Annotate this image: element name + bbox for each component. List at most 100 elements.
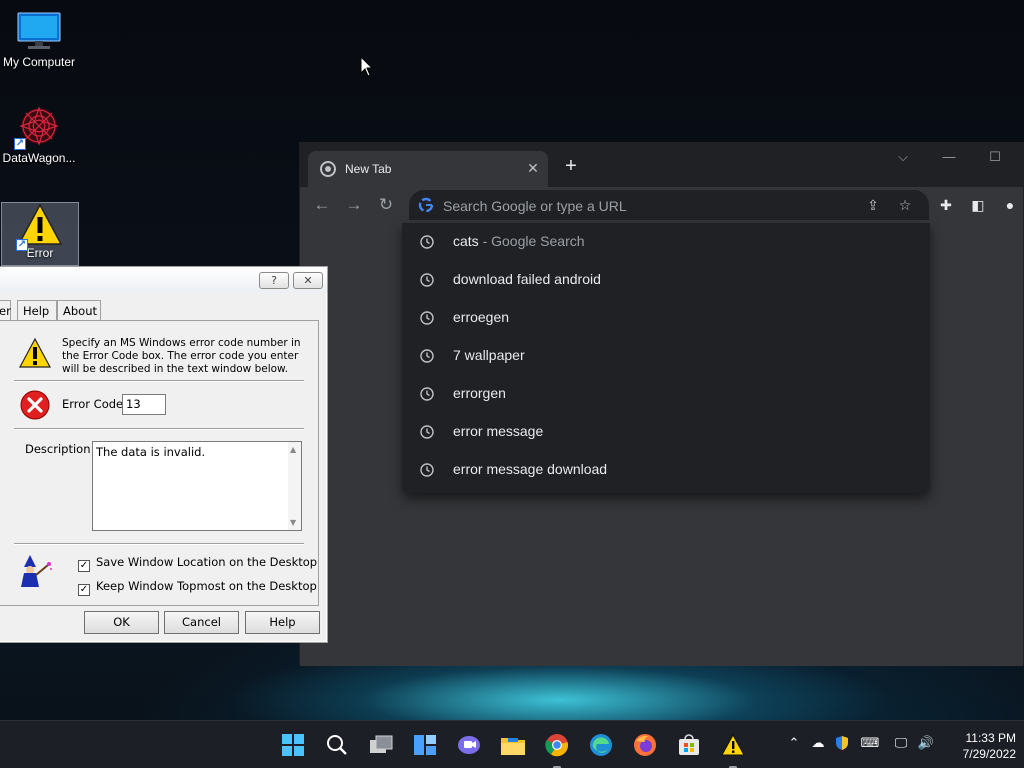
keep-topmost-label: Keep Window Topmost on the Desktop xyxy=(96,579,317,593)
suggestion-text: errorgen xyxy=(453,385,506,401)
save-location-checkbox[interactable]: ✓ Save Window Location on the Desktop xyxy=(78,555,317,572)
reload-icon[interactable]: ↻ xyxy=(372,191,400,219)
history-clock-icon xyxy=(420,463,434,477)
divider xyxy=(14,428,304,430)
widgets-icon[interactable] xyxy=(409,729,441,761)
ok-button[interactable]: OK xyxy=(84,611,159,634)
store-icon[interactable] xyxy=(673,729,705,761)
omnibox-placeholder: Search Google or type a URL xyxy=(443,198,627,214)
desktop: My Computer ↗ DataWagon... ↗ Error New T… xyxy=(0,0,1024,720)
share-icon[interactable]: ⇪ xyxy=(863,195,883,215)
tab-new-tab[interactable]: New Tab ✕ xyxy=(308,151,548,187)
desktop-icon-error[interactable]: ↗ Error xyxy=(1,202,79,266)
task-view-icon[interactable] xyxy=(365,729,397,761)
volume-icon[interactable]: 🔊 xyxy=(916,735,936,751)
tab-title: New Tab xyxy=(345,162,392,176)
suggestion-text: error message download xyxy=(453,461,608,477)
file-explorer-icon[interactable] xyxy=(497,729,529,761)
extensions-puzzle-icon[interactable]: ✚ xyxy=(936,195,956,215)
history-clock-icon xyxy=(420,311,434,325)
shortcut-arrow-icon: ↗ xyxy=(14,138,26,150)
bookmark-star-icon[interactable]: ☆ xyxy=(895,195,915,215)
description-scrollbar[interactable]: ▲ ▼ xyxy=(288,442,301,530)
keep-topmost-checkbox[interactable]: ✓ Keep Window Topmost on the Desktop xyxy=(78,579,317,596)
checkbox-checked-icon[interactable]: ✓ xyxy=(78,584,90,596)
checkbox-checked-icon[interactable]: ✓ xyxy=(78,560,90,572)
dialog-close-button[interactable]: ✕ xyxy=(293,272,323,289)
profile-icon[interactable]: ● xyxy=(1000,195,1020,215)
suggestion-text: 7 wallpaper xyxy=(453,347,525,363)
omnibox-suggestions: cats - Google Search download failed and… xyxy=(402,223,930,493)
side-panel-icon[interactable]: ◧ xyxy=(968,195,988,215)
show-hidden-icons-chevron-icon[interactable]: ⌃ xyxy=(784,735,804,751)
dialog-help-button[interactable]: ? xyxy=(259,272,289,289)
firefox-icon[interactable] xyxy=(629,729,661,761)
history-clock-icon xyxy=(420,387,434,401)
error-x-icon xyxy=(20,390,50,420)
chrome-icon xyxy=(320,161,336,177)
suggestion-item[interactable]: 7 wallpaper xyxy=(402,337,930,375)
tab-close-icon[interactable]: ✕ xyxy=(524,159,542,177)
system-clock[interactable]: 11:33 PM 7/29/2022 xyxy=(946,730,1016,762)
teams-chat-icon[interactable] xyxy=(453,729,485,761)
dialog-intro-text: Specify an MS Windows error code number … xyxy=(62,337,301,375)
shortcut-arrow-icon: ↗ xyxy=(16,239,28,251)
desktop-icon-label: Error xyxy=(26,246,54,260)
search-icon[interactable] xyxy=(321,729,353,761)
error-app-warning-icon[interactable] xyxy=(717,729,749,768)
suggestion-text: download failed android xyxy=(453,271,601,287)
new-tab-button[interactable]: + xyxy=(560,156,582,178)
back-arrow-icon[interactable]: ← xyxy=(308,191,336,219)
clock-time: 11:33 PM xyxy=(965,731,1016,745)
tab-partial[interactable]: er xyxy=(0,300,11,320)
tab-about[interactable]: About xyxy=(57,300,101,320)
error-code-label: Error Code xyxy=(62,397,124,411)
suggestion-item[interactable]: cats - Google Search xyxy=(402,223,930,261)
history-clock-icon xyxy=(420,235,434,249)
clock-date: 7/29/2022 xyxy=(962,747,1016,761)
cancel-button[interactable]: Cancel xyxy=(164,611,239,634)
minimize-button[interactable]: — xyxy=(926,143,972,173)
scroll-up-icon[interactable]: ▲ xyxy=(290,445,296,454)
suggestion-item[interactable]: download failed android xyxy=(402,261,930,299)
divider xyxy=(14,380,304,382)
help-button[interactable]: Help xyxy=(245,611,320,634)
suggestion-item[interactable]: erroegen xyxy=(402,299,930,337)
maximize-button[interactable]: ☐ xyxy=(972,143,1018,173)
network-icon[interactable]: 🖵 xyxy=(891,735,911,751)
suggestion-suffix: - Google Search xyxy=(478,233,585,249)
security-shield-icon[interactable] xyxy=(832,735,852,754)
description-text: The data is invalid. xyxy=(96,445,206,459)
description-label: Description xyxy=(25,442,91,456)
suggestion-item[interactable]: error message download xyxy=(402,451,930,489)
dialog-titlebar[interactable]: ? ✕ xyxy=(0,267,327,293)
history-clock-icon xyxy=(420,349,434,363)
desktop-icon-datawagon[interactable]: ↗ DataWagon... xyxy=(0,104,78,174)
scroll-down-icon[interactable]: ▼ xyxy=(290,518,296,527)
start-windows-icon[interactable] xyxy=(277,729,309,761)
history-clock-icon xyxy=(420,273,434,287)
chrome-taskbar-icon[interactable] xyxy=(541,729,573,768)
keyboard-icon[interactable]: ⌨ xyxy=(860,735,880,751)
omnibox[interactable]: Search Google or type a URL ⇪ ☆ xyxy=(409,190,929,220)
chrome-tabstrip: New Tab ✕ + ⌵ — ☐ xyxy=(300,143,1023,187)
tab-search-chevron-icon[interactable]: ⌵ xyxy=(880,143,926,173)
chrome-window: New Tab ✕ + ⌵ — ☐ ← → ↻ Search Google or… xyxy=(299,142,1024,666)
desktop-icon-label: DataWagon... xyxy=(2,151,76,165)
tab-help[interactable]: Help xyxy=(17,300,57,320)
forward-arrow-icon[interactable]: → xyxy=(340,191,368,219)
description-textarea[interactable]: The data is invalid. ▲ ▼ xyxy=(92,441,302,531)
onedrive-cloud-icon[interactable]: ☁ xyxy=(808,735,828,751)
error-code-input[interactable]: 13 xyxy=(122,394,166,415)
edge-icon[interactable] xyxy=(585,729,617,761)
suggestion-item[interactable]: error message xyxy=(402,413,930,451)
warning-icon xyxy=(19,337,51,368)
monitor-icon xyxy=(17,12,61,49)
desktop-icon-my-computer[interactable]: My Computer xyxy=(0,8,78,78)
error-code-dialog: ? ✕ er Help About Specify an MS Windows … xyxy=(0,266,328,643)
suggestion-text: error message xyxy=(453,423,544,439)
save-location-label: Save Window Location on the Desktop xyxy=(96,555,318,569)
suggestion-item[interactable]: errorgen xyxy=(402,375,930,413)
history-clock-icon xyxy=(420,425,434,439)
wizard-icon xyxy=(21,555,52,587)
